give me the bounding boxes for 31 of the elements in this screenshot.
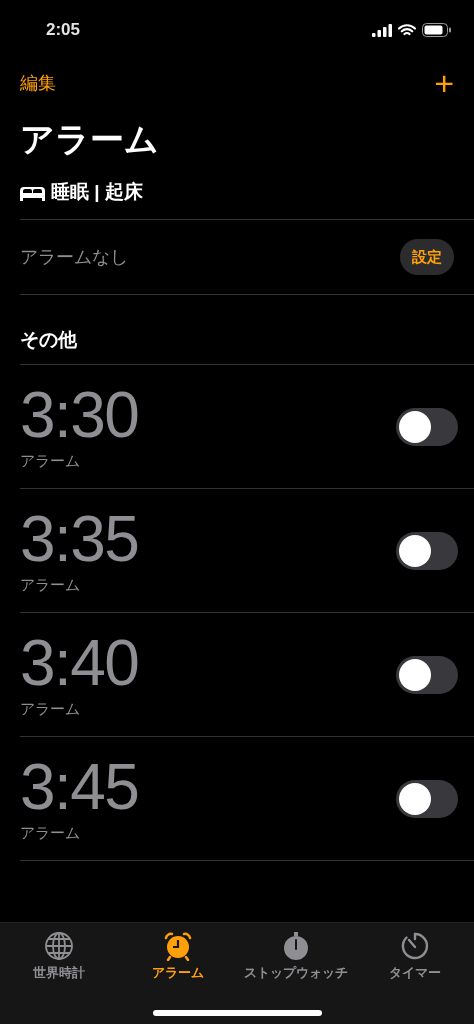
alarm-label: アラーム <box>20 823 81 844</box>
bed-icon <box>20 184 45 201</box>
alarm-toggle[interactable] <box>396 779 458 818</box>
wifi-icon <box>398 23 416 37</box>
tab[interactable]: アラーム <box>118 931 237 991</box>
alarm-toggle[interactable] <box>396 531 458 570</box>
alarm-toggle[interactable] <box>396 407 458 446</box>
alarm-time: 3:40 <box>20 628 139 699</box>
alarm-time: 3:45 <box>20 752 139 823</box>
timer-icon <box>399 931 430 961</box>
signal-icon <box>372 23 392 37</box>
globe-icon <box>44 931 75 961</box>
section-heading: その他 <box>20 327 77 352</box>
alarm-label: アラーム <box>20 575 81 596</box>
alarm-time: 3:30 <box>20 380 139 451</box>
battery-icon <box>422 23 452 37</box>
status-time: 2:05 <box>46 19 81 42</box>
alarm-toggle[interactable] <box>396 655 458 694</box>
tab[interactable]: ストップウォッチ <box>237 931 356 991</box>
edit-button[interactable]: 編集 <box>20 69 56 97</box>
alarm-label: アラーム <box>20 699 81 720</box>
no-alarm-text: アラームなし <box>20 245 128 269</box>
page-title: アラーム <box>19 119 160 160</box>
add-button[interactable]: + <box>434 66 454 100</box>
set-button[interactable]: 設定 <box>400 239 454 275</box>
tab[interactable]: タイマー <box>355 931 474 991</box>
alarm-clock-icon <box>162 931 193 961</box>
alarm-time: 3:35 <box>20 504 139 575</box>
tab[interactable]: 世界時計 <box>0 931 119 991</box>
section-heading: 睡眠 | 起床 <box>51 180 143 205</box>
alarm-label: アラーム <box>20 451 81 472</box>
